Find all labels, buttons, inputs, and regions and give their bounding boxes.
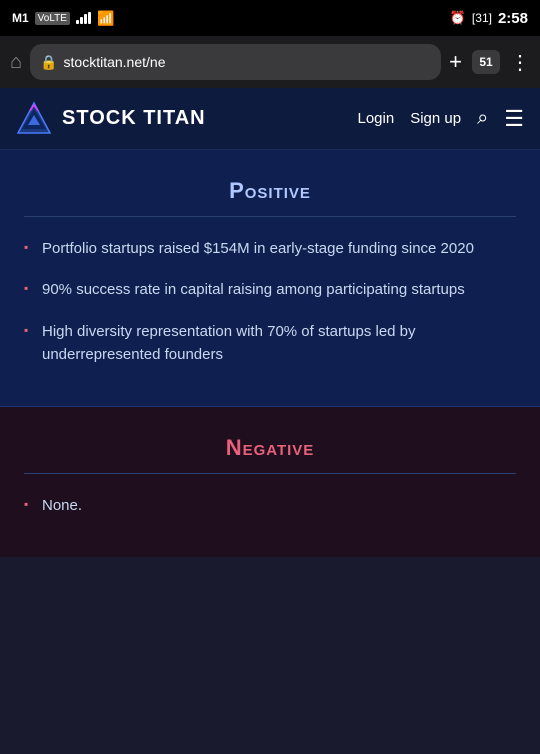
logo-icon	[16, 101, 52, 137]
nav-links: Login Sign up ⌕ ☰	[357, 106, 524, 132]
url-text: stocktitan.net/ne	[64, 54, 166, 70]
browser-actions: + 51 ⋮	[449, 49, 530, 75]
list-item: Portfolio startups raised $154M in early…	[24, 237, 516, 260]
signup-link[interactable]: Sign up	[410, 110, 461, 127]
status-left: M1 VoLTE 📶	[12, 10, 114, 27]
battery-indicator: [31]	[472, 11, 492, 25]
main-content: Positive Portfolio startups raised $154M…	[0, 150, 540, 557]
logo-container[interactable]: STOCK TITAN	[16, 101, 206, 137]
clock: 2:58	[498, 10, 528, 27]
logo-text: STOCK TITAN	[62, 107, 206, 130]
positive-title: Positive	[24, 178, 516, 217]
signal-icon	[76, 12, 91, 24]
wifi-icon: 📶	[97, 10, 114, 27]
new-tab-button[interactable]: +	[449, 49, 462, 75]
negative-section: Negative None.	[0, 407, 540, 557]
search-icon[interactable]: ⌕	[477, 107, 488, 130]
url-bar[interactable]: 🔒 stocktitan.net/ne	[30, 44, 441, 80]
list-item: High diversity representation with 70% o…	[24, 320, 516, 367]
list-item: 90% success rate in capital raising amon…	[24, 278, 516, 301]
alarm-icon: ⏰	[450, 10, 466, 26]
login-link[interactable]: Login	[357, 110, 394, 127]
negative-title: Negative	[24, 435, 516, 474]
volte-badge: VoLTE	[35, 12, 70, 25]
status-bar: M1 VoLTE 📶 ⏰ [31] 2:58	[0, 0, 540, 36]
security-icon: 🔒	[40, 54, 57, 71]
navbar: STOCK TITAN Login Sign up ⌕ ☰	[0, 88, 540, 150]
tabs-button[interactable]: 51	[472, 50, 500, 74]
browser-menu-button[interactable]: ⋮	[510, 50, 530, 75]
negative-bullet-list: None.	[24, 494, 516, 517]
positive-bullet-list: Portfolio startups raised $154M in early…	[24, 237, 516, 366]
menu-icon[interactable]: ☰	[504, 106, 524, 132]
list-item: None.	[24, 494, 516, 517]
home-button[interactable]: ⌂	[10, 51, 22, 74]
browser-chrome: ⌂ 🔒 stocktitan.net/ne + 51 ⋮	[0, 36, 540, 88]
status-right: ⏰ [31] 2:58	[450, 10, 528, 27]
positive-section: Positive Portfolio startups raised $154M…	[0, 150, 540, 407]
carrier-label: M1	[12, 11, 29, 25]
